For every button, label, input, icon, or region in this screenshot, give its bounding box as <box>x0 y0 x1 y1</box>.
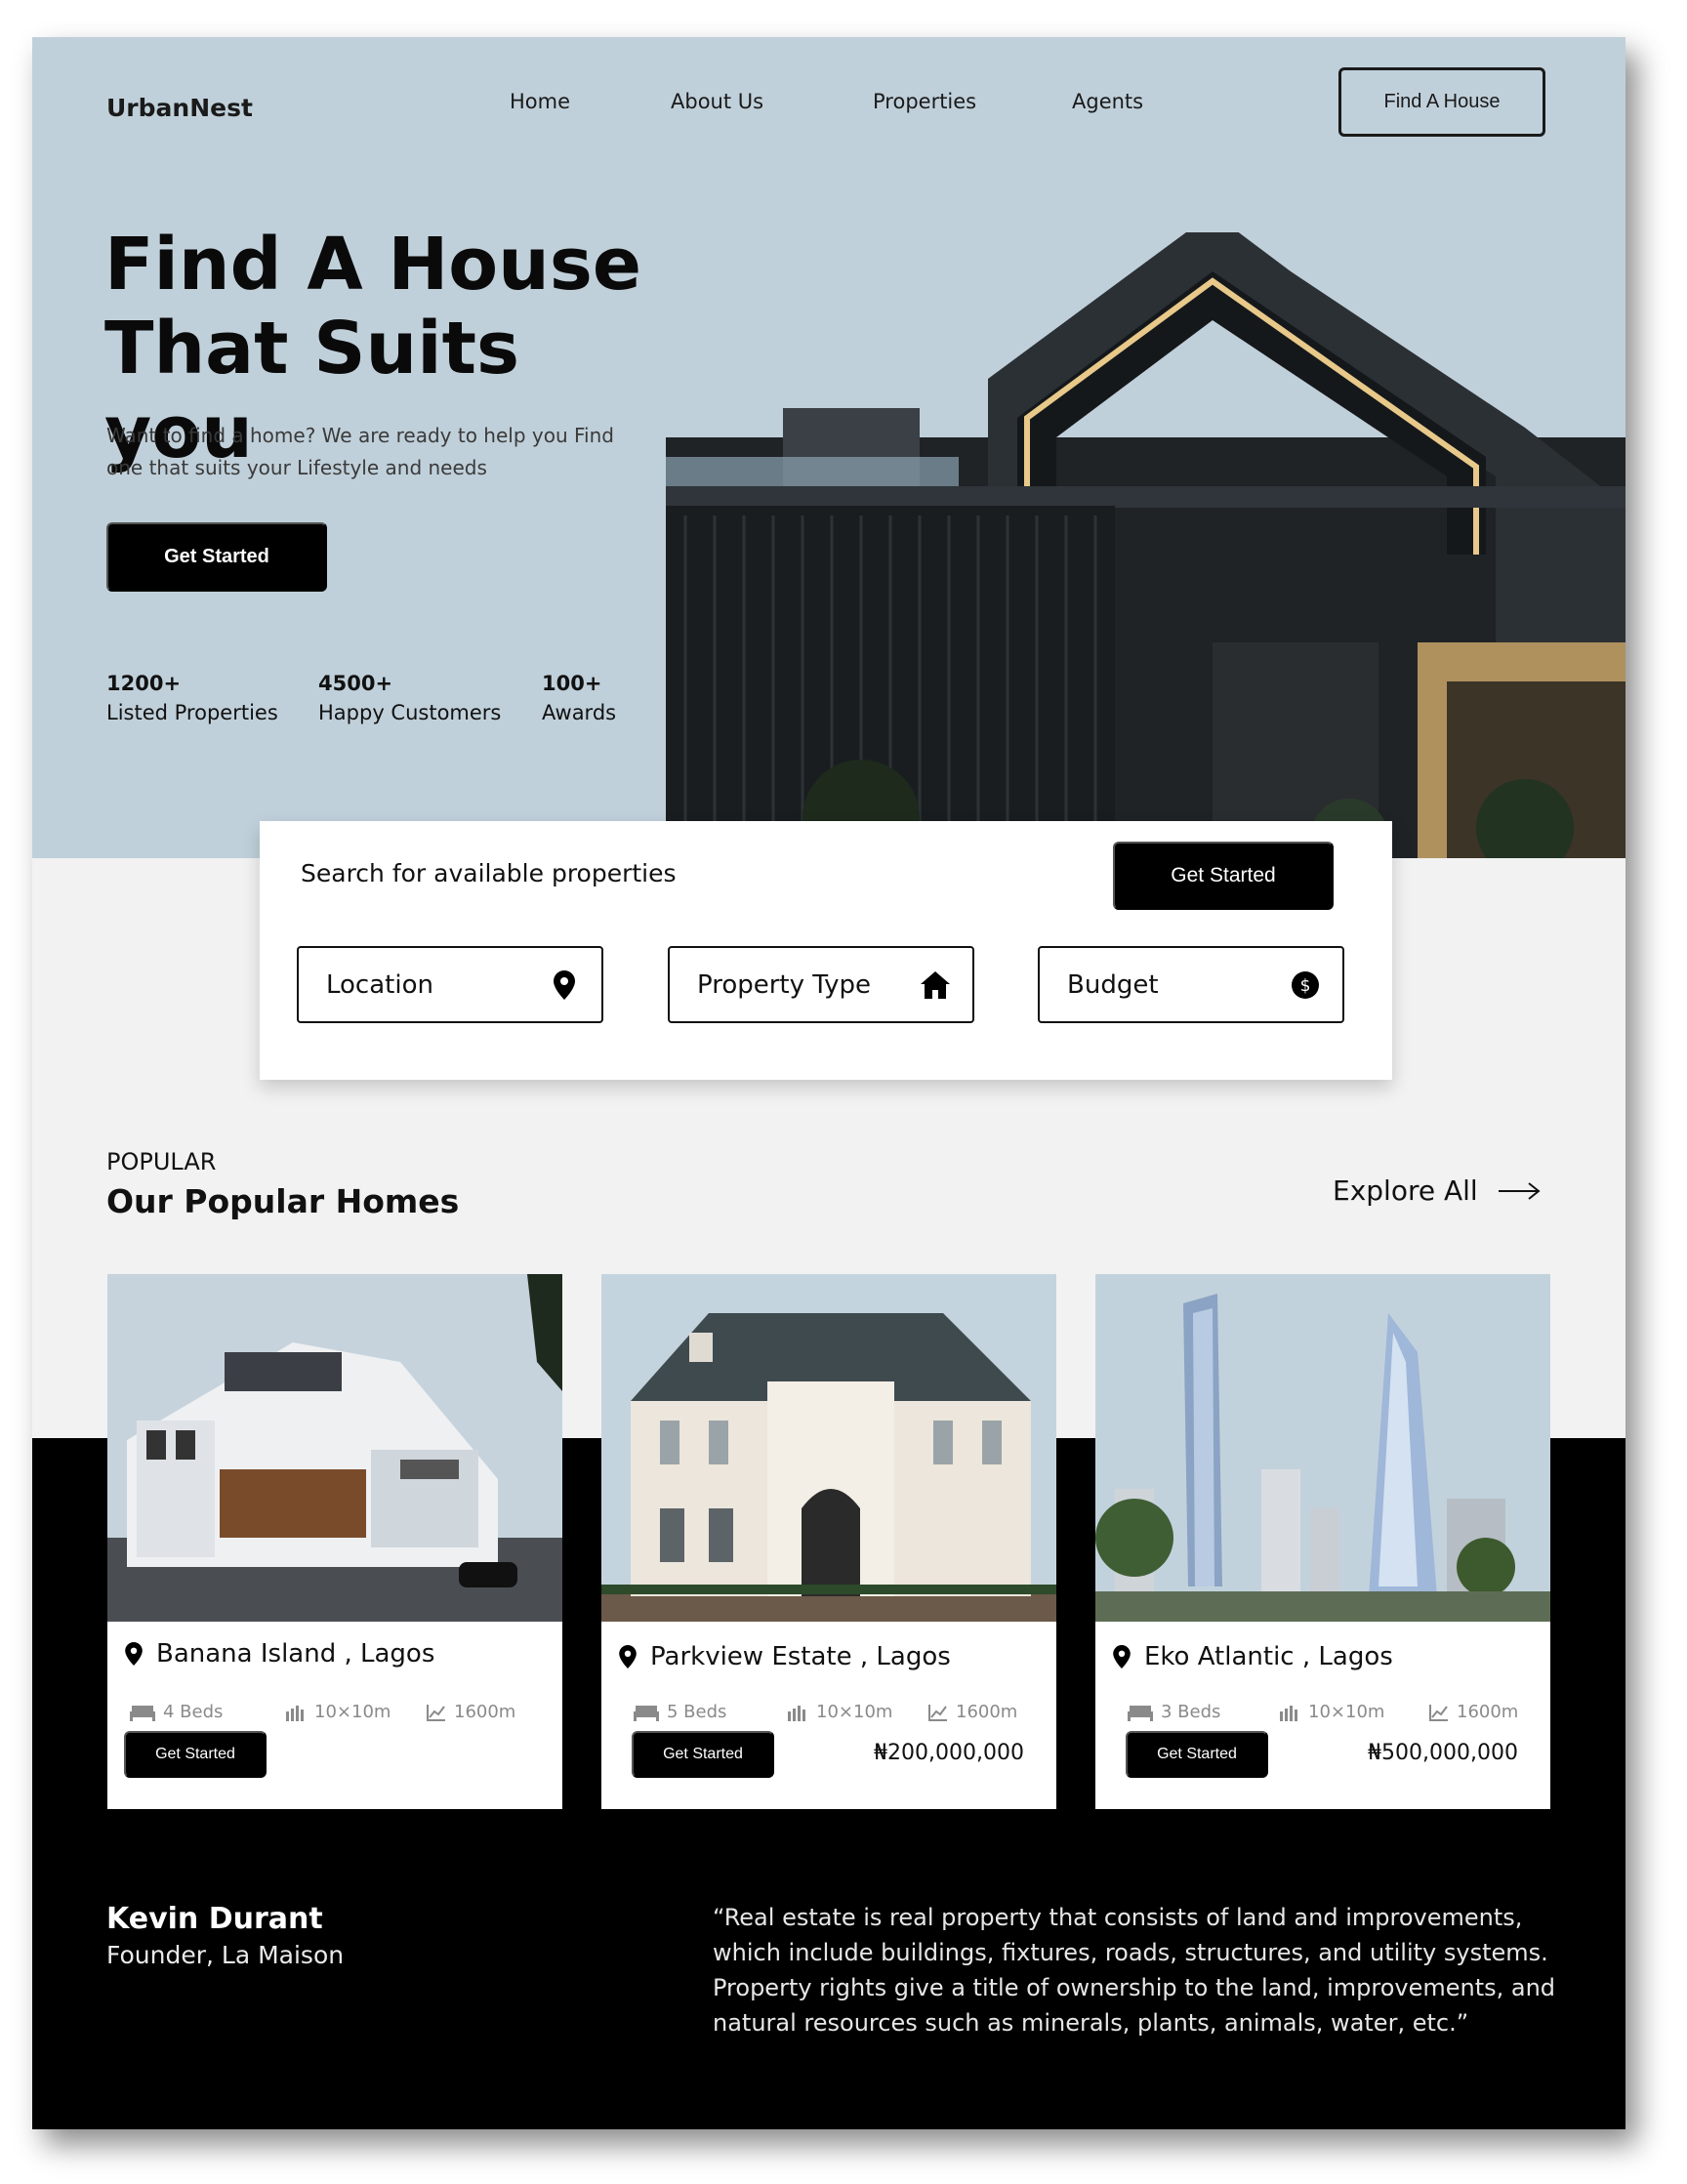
brand-logo[interactable]: UrbanNest <box>106 94 253 122</box>
svg-text:$: $ <box>1300 976 1311 996</box>
stat-label: Listed Properties <box>106 701 278 724</box>
nav-home[interactable]: Home <box>510 90 570 113</box>
nav-agents[interactable]: Agents <box>1072 90 1143 113</box>
stat-value: 1200+ <box>106 672 182 695</box>
testimonial-name: Kevin Durant <box>106 1902 323 1936</box>
find-house-button[interactable]: Find A House <box>1338 67 1545 137</box>
stat-awards: 100+ Awards <box>542 669 616 727</box>
property-type-field-label: Property Type <box>697 969 872 1000</box>
location-pin-icon <box>549 969 580 1001</box>
area-text: 1600m <box>956 1702 1018 1722</box>
search-card: Search for available properties Get Star… <box>260 821 1392 1080</box>
location-pin-icon <box>619 1645 637 1669</box>
popular-tag: POPULAR <box>106 1148 217 1175</box>
property-image <box>107 1274 562 1622</box>
property-card[interactable]: Banana Island , Lagos 4 Beds 10×10m 1600… <box>107 1274 562 1809</box>
card-location-text: Parkview Estate , Lagos <box>650 1642 951 1671</box>
testimonial-role: Founder, La Maison <box>106 1941 345 1969</box>
card-price: ₦200,000,000 <box>874 1741 1024 1765</box>
beds-meta: 5 Beds <box>634 1702 726 1722</box>
card-location-text: Banana Island , Lagos <box>156 1639 435 1669</box>
hero-section: UrbanNest Home About Us Properties Agent… <box>32 37 1625 858</box>
bed-icon <box>130 1705 155 1721</box>
location-pin-icon <box>125 1642 143 1666</box>
beds-text: 5 Beds <box>667 1702 727 1722</box>
budget-field[interactable]: Budget $ <box>1038 946 1344 1023</box>
card-get-started-button[interactable]: Get Started <box>124 1731 267 1778</box>
property-type-field[interactable]: Property Type <box>668 946 974 1023</box>
bed-icon <box>634 1705 659 1721</box>
stat-label: Happy Customers <box>318 701 502 724</box>
size-text: 10×10m <box>314 1702 391 1722</box>
search-get-started-button[interactable]: Get Started <box>1113 842 1334 910</box>
search-label: Search for available properties <box>301 859 677 887</box>
card-get-started-button[interactable]: Get Started <box>1126 1731 1268 1778</box>
area-meta: 1600m <box>928 1702 1017 1722</box>
house-icon <box>920 969 951 1001</box>
beds-meta: 4 Beds <box>130 1702 223 1722</box>
nav-about-us[interactable]: About Us <box>671 90 763 113</box>
stat-value: 4500+ <box>318 672 393 695</box>
chart-icon <box>928 1704 947 1721</box>
location-field[interactable]: Location <box>297 946 603 1023</box>
arrow-right-icon <box>1498 1181 1541 1200</box>
budget-field-label: Budget <box>1067 969 1159 1000</box>
beds-meta: 3 Beds <box>1128 1702 1220 1722</box>
hero-get-started-button[interactable]: Get Started <box>106 522 327 592</box>
beds-text: 4 Beds <box>163 1702 224 1722</box>
popular-title: Our Popular Homes <box>106 1182 460 1220</box>
area-meta: 1600m <box>1429 1702 1518 1722</box>
location-pin-icon <box>1113 1645 1131 1669</box>
hero-subtitle: Want to find a home? We are ready to hel… <box>106 424 614 479</box>
card-price: ₦500,000,000 <box>1368 1741 1518 1765</box>
area-text: 1600m <box>454 1702 516 1722</box>
bed-icon <box>1128 1705 1153 1721</box>
stat-value: 100+ <box>542 672 602 695</box>
property-card[interactable]: Eko Atlantic , Lagos 3 Beds 10×10m 1600m… <box>1095 1274 1550 1809</box>
stat-label: Awards <box>542 701 617 724</box>
dollar-coin-icon: $ <box>1290 969 1321 1001</box>
property-image <box>601 1274 1056 1622</box>
card-location: Parkview Estate , Lagos <box>619 1642 951 1671</box>
building-icon <box>286 1705 304 1721</box>
explore-all-label: Explore All <box>1333 1174 1478 1207</box>
card-location: Eko Atlantic , Lagos <box>1113 1642 1393 1671</box>
size-meta: 10×10m <box>787 1702 892 1722</box>
stat-happy-customers: 4500+ Happy Customers <box>318 669 501 727</box>
hero-title-line1: Find A House <box>104 223 642 307</box>
building-icon <box>1280 1705 1297 1721</box>
size-meta: 10×10m <box>1279 1702 1384 1722</box>
area-meta: 1600m <box>427 1702 515 1722</box>
size-text: 10×10m <box>1308 1702 1385 1722</box>
building-icon <box>788 1705 805 1721</box>
page: UrbanNest Home About Us Properties Agent… <box>32 37 1625 2129</box>
area-text: 1600m <box>1457 1702 1519 1722</box>
nav-properties[interactable]: Properties <box>873 90 976 113</box>
size-meta: 10×10m <box>285 1702 391 1722</box>
chart-icon <box>1429 1704 1448 1721</box>
property-card[interactable]: Parkview Estate , Lagos 5 Beds 10×10m 16… <box>601 1274 1056 1809</box>
location-field-label: Location <box>326 969 433 1000</box>
card-location: Banana Island , Lagos <box>125 1639 434 1669</box>
property-image <box>1095 1274 1550 1622</box>
card-location-text: Eko Atlantic , Lagos <box>1144 1642 1393 1671</box>
stat-listed-properties: 1200+ Listed Properties <box>106 669 278 727</box>
size-text: 10×10m <box>816 1702 893 1722</box>
testimonial-quote: “Real estate is real property that consi… <box>713 1904 1556 2037</box>
chart-icon <box>427 1704 445 1721</box>
explore-all-link[interactable]: Explore All <box>1333 1174 1541 1207</box>
hero-house-image <box>666 232 1625 858</box>
card-get-started-button[interactable]: Get Started <box>632 1731 774 1778</box>
beds-text: 3 Beds <box>1161 1702 1221 1722</box>
